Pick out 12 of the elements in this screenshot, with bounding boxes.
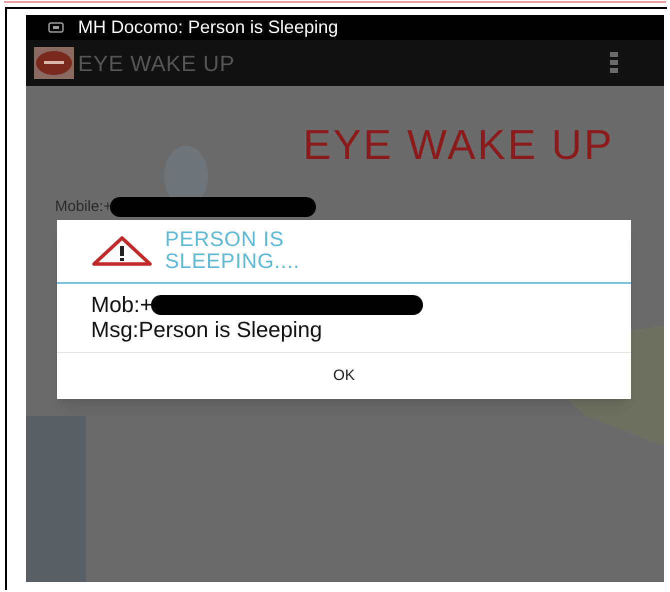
ok-button[interactable]: OK xyxy=(57,353,631,399)
notification-text: MH Docomo: Person is Sleeping xyxy=(78,16,338,39)
dialog-title: PERSON IS SLEEPING.... xyxy=(165,229,301,273)
app-title: EYE WAKE UP xyxy=(78,50,235,78)
notification-icon xyxy=(48,22,64,34)
dialog-message: Msg:Person is Sleeping xyxy=(91,317,322,342)
overflow-menu-icon[interactable] xyxy=(610,52,618,74)
dialog-message: Mob:+ xyxy=(91,292,153,317)
mobile-label: Mobile:+ xyxy=(55,197,112,217)
heading: EYE WAKE UP xyxy=(303,124,614,166)
warning-icon xyxy=(91,235,153,267)
lips-icon xyxy=(34,47,74,79)
